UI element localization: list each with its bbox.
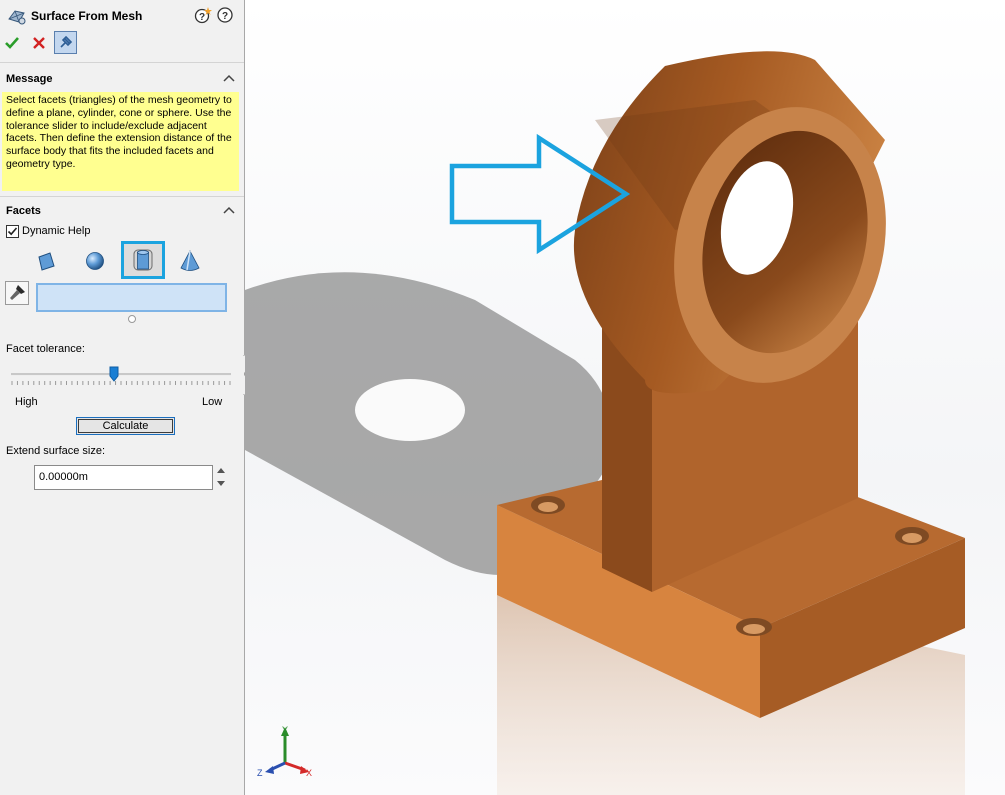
tolerance-slider[interactable] — [11, 364, 231, 388]
slider-ticks — [11, 381, 231, 385]
cancel-x-icon[interactable] — [32, 36, 46, 50]
section-divider — [0, 62, 244, 63]
cylinder-type-button[interactable] — [121, 241, 165, 279]
facets-section-title: Facets — [6, 205, 41, 217]
extend-surface-label: Extend surface size: — [6, 445, 106, 457]
chevron-up-icon[interactable] — [222, 204, 236, 218]
surface-from-mesh-icon — [8, 10, 26, 25]
extend-surface-spinner[interactable] — [214, 465, 228, 490]
cylinder-icon — [133, 249, 153, 271]
section-divider — [0, 196, 244, 197]
slider-low-label: Low — [202, 396, 223, 408]
triad-y-label: Y — [282, 725, 288, 735]
slider-track — [11, 373, 231, 376]
cone-icon — [180, 250, 200, 271]
calculate-button[interactable]: Calculate — [76, 417, 175, 435]
spinner-arrows-icon — [217, 468, 225, 486]
paintbrush-icon — [10, 285, 25, 300]
plane-icon — [38, 252, 55, 271]
plane-type-button[interactable] — [34, 248, 60, 274]
shadow-hole — [355, 379, 465, 441]
panel-title: Surface From Mesh — [31, 9, 143, 23]
extend-surface-input[interactable]: 0.00000m — [34, 465, 213, 490]
resize-grip[interactable] — [128, 315, 136, 323]
help-icon[interactable]: ? — [217, 7, 233, 23]
sphere-type-button[interactable] — [82, 248, 108, 274]
triad-x-label: X — [306, 768, 312, 778]
slider-thumb[interactable] — [109, 366, 119, 382]
pushpin-icon — [60, 35, 73, 48]
property-manager-panel: Surface From Mesh ? ? Message Select fac… — [0, 0, 244, 795]
chevron-up-icon[interactable] — [222, 72, 236, 86]
slider-high-label: High — [15, 396, 38, 408]
svg-text:?: ? — [222, 11, 228, 22]
facet-tolerance-label: Facet tolerance: — [6, 343, 85, 355]
svg-text:?: ? — [199, 12, 205, 23]
panel-header: Surface From Mesh ? ? — [0, 0, 244, 32]
sphere-icon — [86, 252, 104, 270]
checkbox-checked-icon — [6, 225, 19, 238]
model-scene[interactable]: Y X Z — [245, 0, 1005, 795]
triad-z-label: Z — [257, 768, 263, 778]
cone-type-button[interactable] — [177, 248, 203, 274]
graphics-viewport[interactable]: Y X Z — [245, 0, 1005, 795]
whats-new-icon[interactable]: ? — [194, 6, 212, 24]
paint-select-button[interactable] — [5, 281, 29, 305]
ok-checkmark-icon[interactable] — [4, 35, 20, 51]
facet-selection-box[interactable] — [36, 283, 227, 312]
keep-visible-pin-button[interactable] — [54, 31, 77, 54]
coordinate-triad: Y X Z — [257, 725, 312, 778]
dynamic-help-label: Dynamic Help — [22, 225, 91, 237]
message-section-title: Message — [6, 73, 53, 85]
message-box: Select facets (triangles) of the mesh ge… — [2, 92, 239, 191]
